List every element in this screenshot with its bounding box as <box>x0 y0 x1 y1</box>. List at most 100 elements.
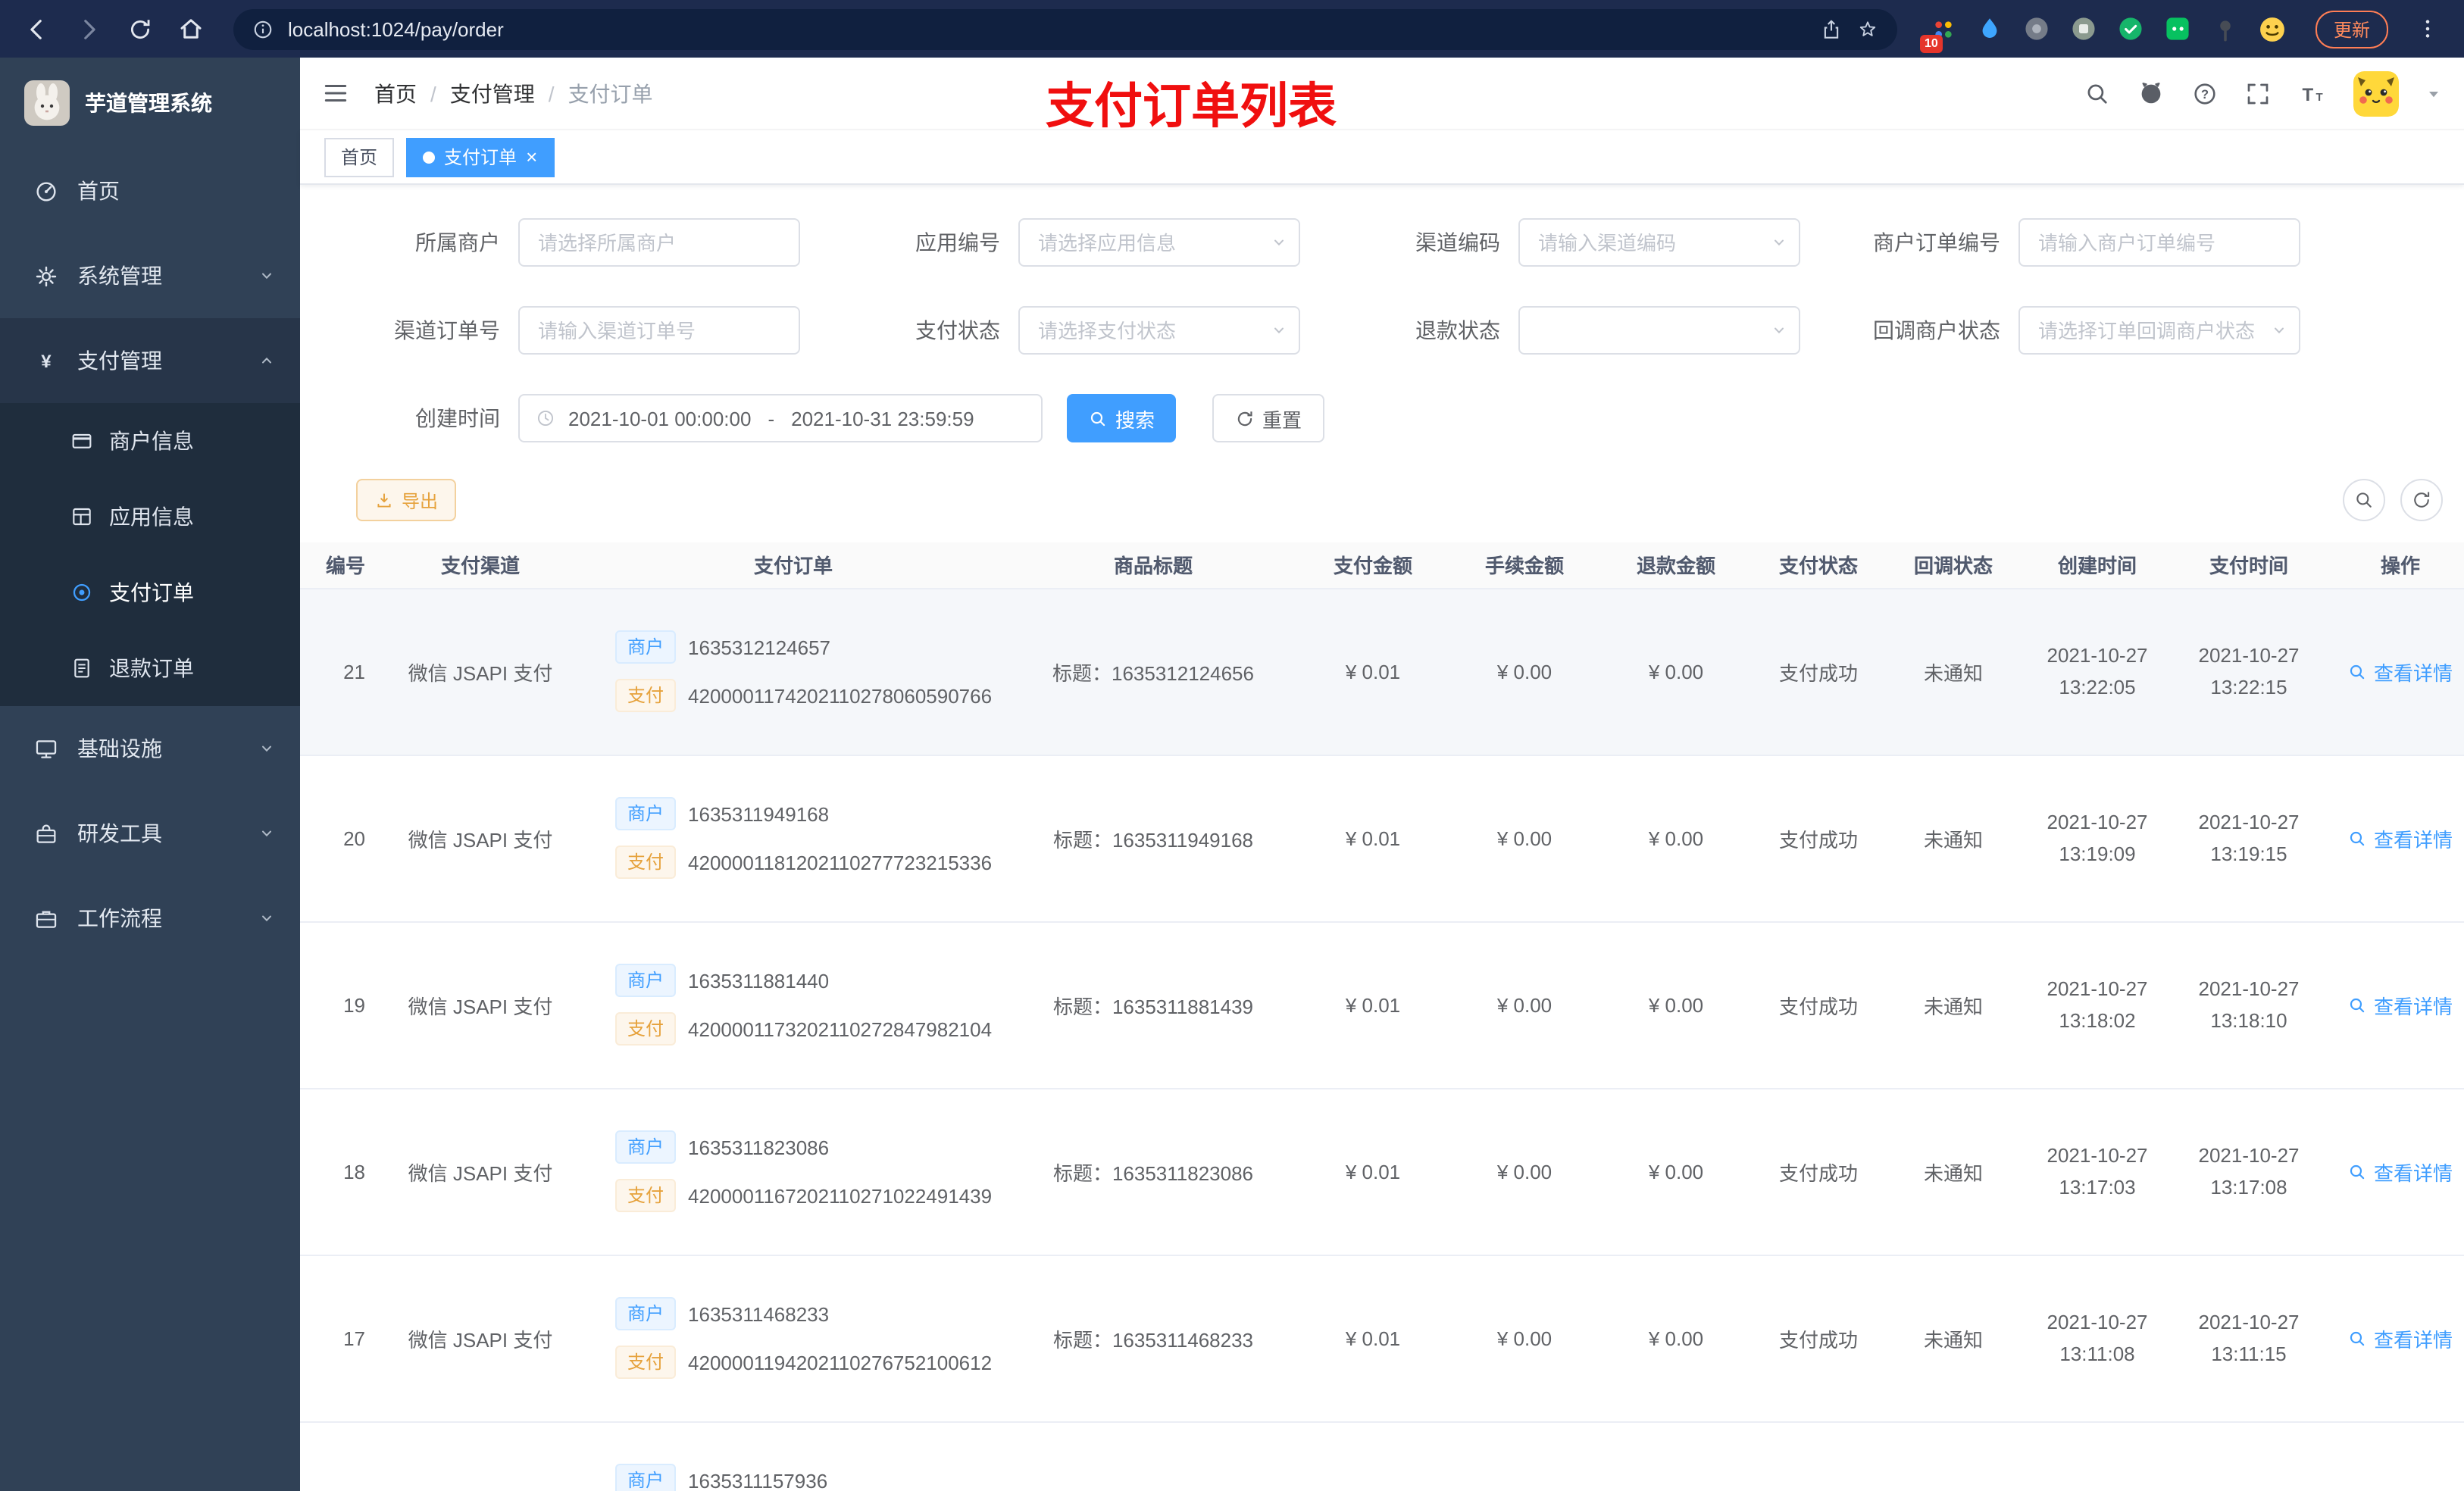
view-detail-link[interactable]: 查看详情 <box>2348 990 2453 1019</box>
chevron-down-icon <box>258 267 276 285</box>
merchant-filter-input[interactable] <box>518 218 800 267</box>
sidebar-item-refund-order[interactable]: 退款订单 <box>0 630 300 706</box>
cell-actions: 查看详情 <box>2325 1421 2464 1491</box>
github-icon[interactable] <box>2137 79 2165 108</box>
view-detail-link[interactable]: 查看详情 <box>2348 1324 2453 1352</box>
pin-extension-icon[interactable] <box>2209 13 2241 45</box>
avatar-caret-icon[interactable] <box>2425 84 2443 102</box>
cell-title: 标题：1635311823086 <box>1009 1088 1297 1255</box>
cell-created: 2021-10-27 13:18:02 <box>2022 921 2173 1089</box>
bookmark-star-icon[interactable] <box>1856 17 1879 40</box>
browser-forward-icon[interactable] <box>67 8 109 50</box>
filter-label: 支付状态 <box>915 318 1000 342</box>
cell-channel: 微信 JSAPI 支付 <box>383 1088 577 1255</box>
tab-pay-order[interactable]: 支付订单 × <box>406 137 555 177</box>
url-text: localhost:1024/pay/order <box>288 17 504 40</box>
export-button[interactable]: 导出 <box>356 479 457 521</box>
fullscreen-icon[interactable] <box>2244 80 2272 107</box>
sidebar-item-pay-order[interactable]: 支付订单 <box>0 555 300 630</box>
sidebar-item-app-info[interactable]: 应用信息 <box>0 479 300 555</box>
refresh-table-button[interactable] <box>2400 479 2443 521</box>
app-logo[interactable]: 芋道管理系统 <box>0 58 300 148</box>
toggle-search-button[interactable] <box>2343 479 2385 521</box>
view-detail-link[interactable]: 查看详情 <box>2348 1157 2453 1186</box>
view-detail-link[interactable]: 查看详情 <box>2348 824 2453 852</box>
notify-status-filter-select[interactable] <box>2018 306 2300 355</box>
extension-icon-4[interactable] <box>2068 13 2100 45</box>
chevron-down-icon <box>258 824 276 842</box>
channel-code-filter-select[interactable] <box>1518 218 1800 267</box>
sidebar-item-label: 商户信息 <box>109 429 194 453</box>
cell-channel: 微信 JSAPI 支付 <box>383 921 577 1089</box>
channel-order-no-input[interactable] <box>518 306 800 355</box>
pay-order-no: 4200001173202110272847982104 <box>688 1017 993 1040</box>
cell-actions: 查看详情 <box>2325 755 2464 922</box>
cell-fee: ¥ 0.00 <box>1449 921 1600 1089</box>
browser-update-button[interactable]: 更新 <box>2315 10 2388 48</box>
share-icon[interactable] <box>1820 17 1843 40</box>
help-icon[interactable]: ? <box>2191 80 2219 107</box>
browser-reload-icon[interactable] <box>118 8 161 50</box>
sidebar-item-label: 工作流程 <box>77 906 162 930</box>
close-tab-icon[interactable]: × <box>526 147 537 167</box>
sidebar-item-merchant-info[interactable]: 商户信息 <box>0 403 300 479</box>
table-row: 19 微信 JSAPI 支付 商户 1635311881440 支付 42000… <box>300 921 2464 1089</box>
font-size-icon[interactable]: TT <box>2297 80 2328 107</box>
view-detail-label: 查看详情 <box>2373 661 2453 684</box>
create-time-range-picker[interactable]: 2021-10-01 00:00:00 - 2021-10-31 23:59:5… <box>518 394 1043 442</box>
breadcrumb-current: 支付订单 <box>568 81 653 105</box>
col-fee: 手续金额 <box>1449 542 1600 589</box>
drop-extension-icon[interactable] <box>1975 13 2006 45</box>
date-start: 2021-10-01 00:00:00 <box>568 407 752 430</box>
pay-order-no: 4200001194202110276752100612 <box>688 1351 993 1374</box>
merchant-tag: 商户 <box>615 1464 677 1491</box>
search-button[interactable]: 搜索 <box>1067 394 1177 442</box>
address-bar[interactable]: localhost:1024/pay/order <box>233 8 1897 49</box>
reset-button[interactable]: 重置 <box>1212 394 1325 442</box>
check-extension-icon[interactable] <box>2115 13 2147 45</box>
date-end: 2021-10-31 23:59:59 <box>791 407 974 430</box>
tab-home[interactable]: 首页 <box>324 137 395 177</box>
breadcrumb-home[interactable]: 首页 <box>374 78 417 108</box>
tab-label: 首页 <box>341 147 378 168</box>
app-id-filter-select[interactable] <box>1018 218 1300 267</box>
sidebar-item-pay[interactable]: ¥ 支付管理 <box>0 318 300 403</box>
sidebar-item-dev-tools[interactable]: 研发工具 <box>0 791 300 876</box>
user-avatar[interactable] <box>2353 70 2399 116</box>
cell-notify: 未通知 <box>1885 755 2022 922</box>
merchant-order-no-input[interactable] <box>2018 218 2300 267</box>
app-title: 芋道管理系统 <box>85 91 212 115</box>
cell-actions: 查看详情 <box>2325 1255 2464 1422</box>
chevron-up-icon <box>258 352 276 370</box>
browser-back-icon[interactable] <box>15 8 58 50</box>
site-info-icon[interactable] <box>252 17 274 40</box>
cell-fee: ¥ 0.00 <box>1449 588 1600 755</box>
search-icon[interactable] <box>2084 80 2111 107</box>
emoji-extension-icon[interactable] <box>2256 13 2288 45</box>
merchant-order-no: 1635311157936 <box>688 1469 828 1491</box>
sidebar-item-home[interactable]: 首页 <box>0 148 300 233</box>
sidebar-item-workflow[interactable]: 工作流程 <box>0 876 300 961</box>
toolbox-icon <box>33 821 59 846</box>
credit-card-icon <box>70 429 94 453</box>
refund-status-filter-select[interactable] <box>1518 306 1800 355</box>
cell-channel: 微信 JSAPI 支付 <box>383 1255 577 1422</box>
browser-menu-icon[interactable] <box>2406 8 2449 50</box>
sidebar-item-system[interactable]: 系统管理 <box>0 233 300 318</box>
extension-badge: 10 <box>1919 34 1943 52</box>
cell-amount: ¥ 0.01 <box>1297 588 1449 755</box>
browser-extensions: 10 <box>1919 13 2288 52</box>
extension-grid-icon[interactable]: 10 <box>1919 13 1959 52</box>
breadcrumb-section[interactable]: 支付管理 <box>450 78 535 108</box>
sidebar-item-infrastructure[interactable]: 基础设施 <box>0 706 300 791</box>
cell-id <box>300 1421 383 1491</box>
pay-status-filter-select[interactable] <box>1018 306 1300 355</box>
table-row: 商户 1635311157936 支付 <box>300 1421 2464 1491</box>
chat-extension-icon[interactable] <box>2162 13 2194 45</box>
extension-icon-3[interactable] <box>2022 13 2053 45</box>
sidebar-collapse-icon[interactable] <box>321 79 350 108</box>
browser-home-icon[interactable] <box>170 8 212 50</box>
table-row: 20 微信 JSAPI 支付 商户 1635311949168 支付 42000… <box>300 755 2464 922</box>
view-detail-link[interactable]: 查看详情 <box>2348 657 2453 686</box>
cell-notify: 未通知 <box>1885 588 2022 755</box>
